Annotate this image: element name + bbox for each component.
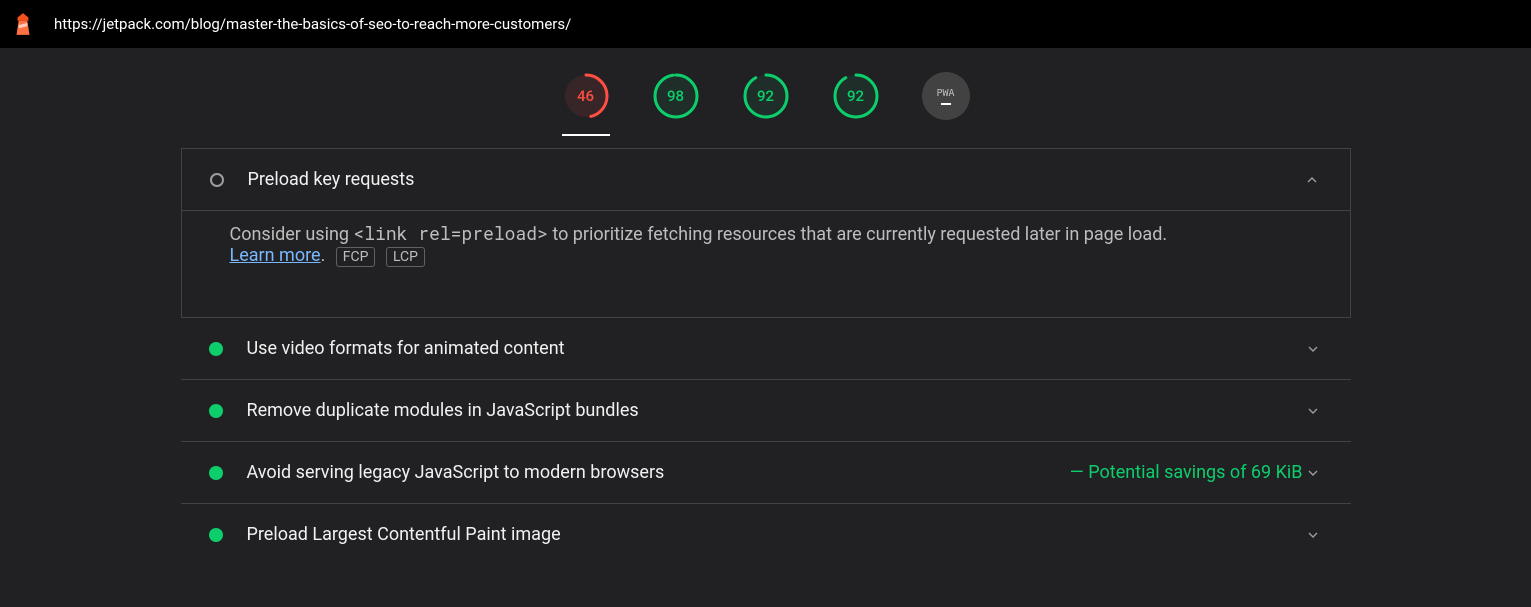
topbar: https://jetpack.com/blog/master-the-basi… bbox=[0, 0, 1531, 48]
gauge-circle-seo: 92 bbox=[832, 72, 880, 120]
gauge-performance[interactable]: 46 bbox=[562, 72, 610, 136]
audit-title: Preload key requests bbox=[248, 169, 1302, 190]
status-dot-green-icon bbox=[209, 466, 223, 480]
audit-video-formats[interactable]: Use video formats for animated content bbox=[181, 318, 1351, 379]
status-dot-green-icon bbox=[209, 404, 223, 418]
status-dot-gray-icon bbox=[210, 173, 224, 187]
gauge-seo[interactable]: 92 bbox=[832, 72, 880, 136]
audit-title: Avoid serving legacy JavaScript to moder… bbox=[247, 462, 1060, 483]
lighthouse-logo-icon bbox=[10, 11, 36, 37]
gauge-accessibility[interactable]: 98 bbox=[652, 72, 700, 136]
page-url: https://jetpack.com/blog/master-the-basi… bbox=[54, 15, 571, 33]
audit-legacy-javascript[interactable]: Avoid serving legacy JavaScript to moder… bbox=[181, 441, 1351, 503]
learn-more-link[interactable]: Learn more bbox=[230, 245, 321, 266]
score-gauges: 46 98 92 92 bbox=[0, 48, 1531, 148]
metric-tag-lcp: LCP bbox=[386, 247, 425, 267]
gauge-circle-accessibility: 98 bbox=[652, 72, 700, 120]
gauge-circle-performance: 46 bbox=[562, 72, 610, 120]
audit-preload-lcp-image[interactable]: Preload Largest Contentful Paint image bbox=[181, 503, 1351, 565]
gauge-pwa[interactable]: PWA bbox=[922, 72, 970, 136]
report: Preload key requests Consider using <lin… bbox=[181, 148, 1351, 565]
chevron-down-icon bbox=[1303, 339, 1323, 359]
gauge-circle-bestpractices: 92 bbox=[742, 72, 790, 120]
metric-tag-fcp: FCP bbox=[336, 247, 376, 267]
pwa-label: PWA bbox=[936, 88, 954, 99]
audit-title: Use video formats for animated content bbox=[247, 338, 1303, 359]
audit-title: Preload Largest Contentful Paint image bbox=[247, 524, 1303, 545]
audit-desc-text-before: Consider using bbox=[230, 224, 354, 245]
chevron-down-icon bbox=[1303, 463, 1323, 483]
audit-savings: Potential savings of 69 KiB bbox=[1070, 462, 1303, 483]
gauge-circle-pwa: PWA bbox=[922, 72, 970, 120]
audit-description: Consider using <link rel=preload> to pri… bbox=[182, 210, 1350, 317]
audit-desc-text-after: to prioritize fetching resources that ar… bbox=[548, 224, 1167, 245]
audit-remove-duplicate-modules[interactable]: Remove duplicate modules in JavaScript b… bbox=[181, 379, 1351, 441]
chevron-down-icon bbox=[1303, 525, 1323, 545]
chevron-up-icon bbox=[1302, 170, 1322, 190]
period: . bbox=[321, 245, 326, 266]
status-dot-green-icon bbox=[209, 528, 223, 542]
gauge-bestpractices[interactable]: 92 bbox=[742, 72, 790, 136]
chevron-down-icon bbox=[1303, 401, 1323, 421]
audit-header-preload-key-requests[interactable]: Preload key requests bbox=[182, 149, 1350, 210]
pwa-dash-icon bbox=[941, 103, 951, 105]
audit-desc-code: <link rel=preload> bbox=[353, 221, 547, 245]
gauge-score-performance: 46 bbox=[562, 72, 610, 120]
gauge-score-accessibility: 98 bbox=[652, 72, 700, 120]
audit-title: Remove duplicate modules in JavaScript b… bbox=[247, 400, 1303, 421]
gauge-score-seo: 92 bbox=[832, 72, 880, 120]
gauge-score-bestpractices: 92 bbox=[742, 72, 790, 120]
status-dot-green-icon bbox=[209, 342, 223, 356]
audit-preload-key-requests: Preload key requests Consider using <lin… bbox=[181, 148, 1351, 318]
